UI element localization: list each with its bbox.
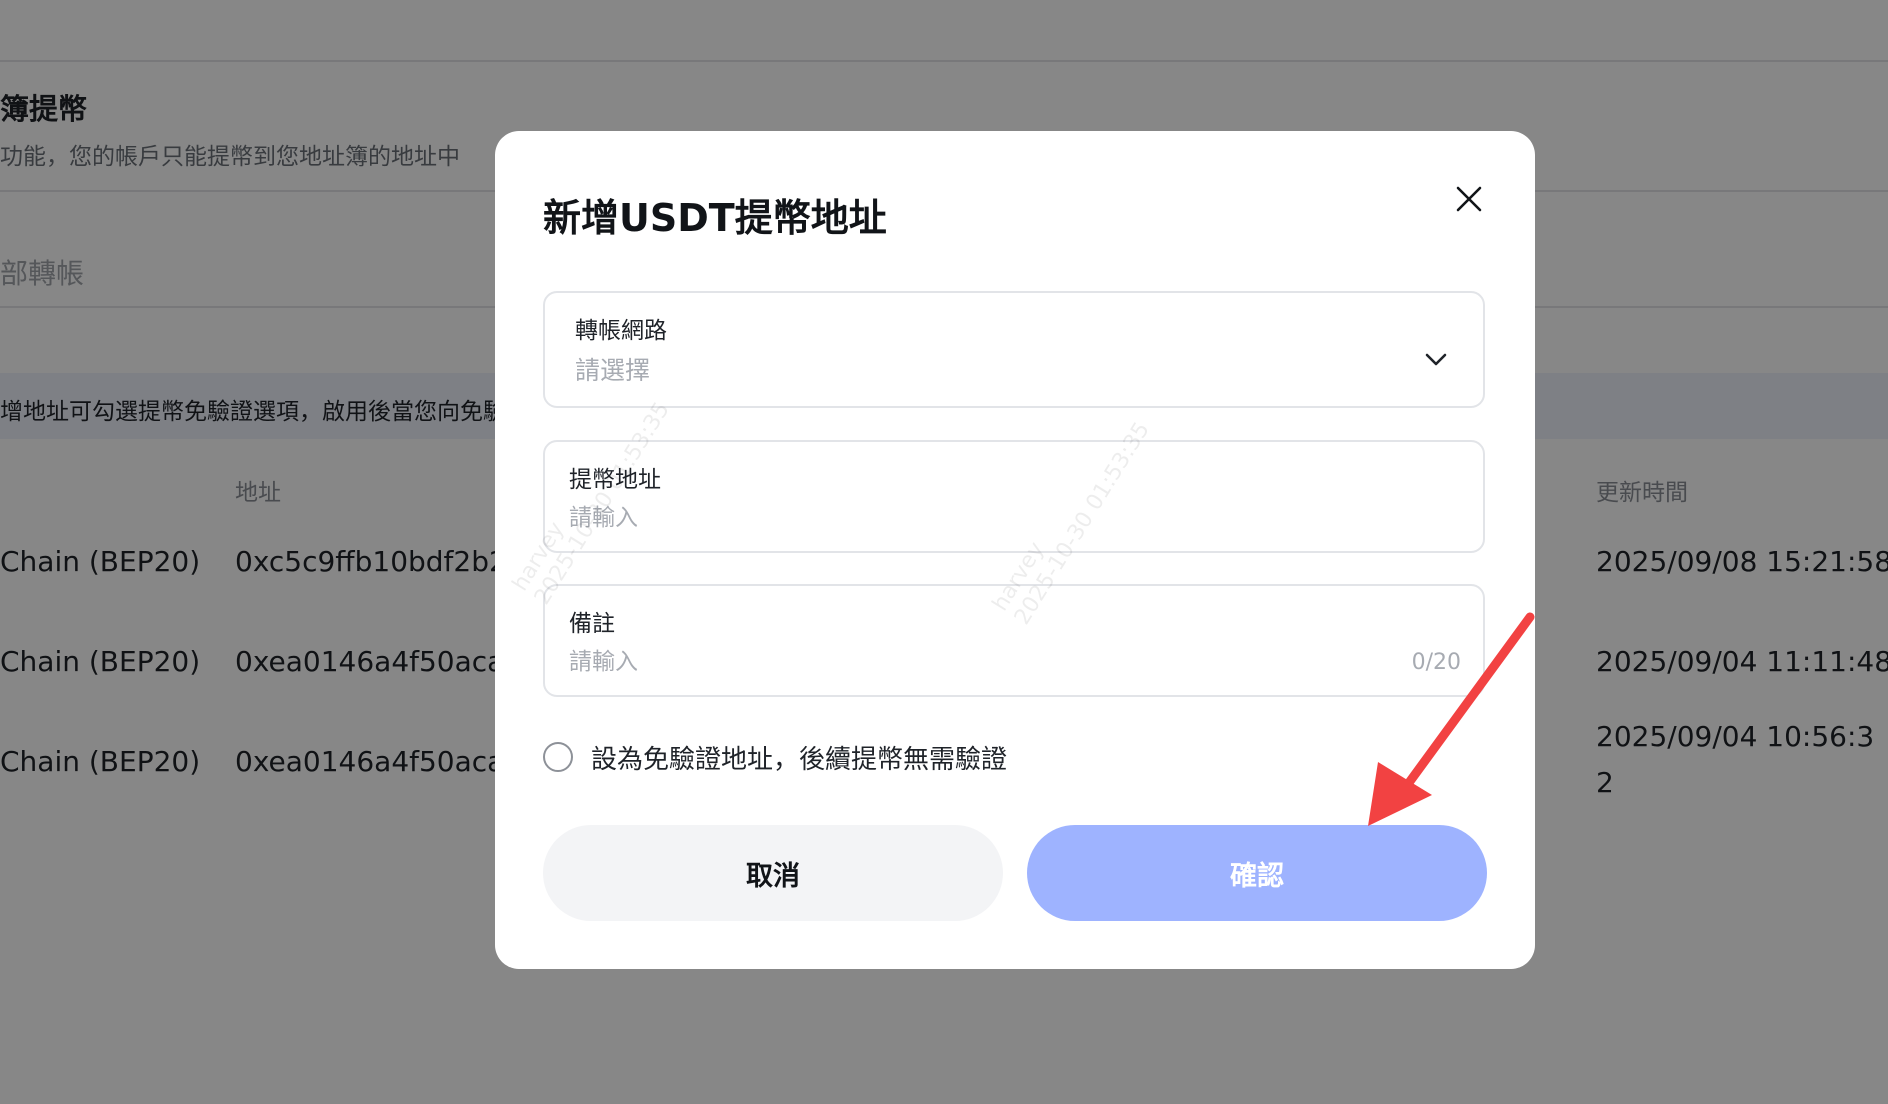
network-select[interactable]: 轉帳網路 請選擇 [543, 291, 1485, 408]
address-placeholder: 請輸入 [569, 505, 638, 531]
address-input[interactable]: 提幣地址 請輸入 [543, 440, 1485, 553]
page: 簿提幣 功能，您的帳戶只能提幣到您地址簿的地址中 部轉帳 增地址可勾選提幣免驗證… [0, 0, 1888, 1104]
close-button[interactable] [1447, 177, 1491, 221]
whitelist-option[interactable]: 設為免驗證地址，後續提幣無需驗證 [543, 737, 1007, 777]
character-counter: 0/20 [1411, 650, 1461, 675]
remark-input[interactable]: 備註 請輸入 0/20 [543, 584, 1485, 697]
modal-title: 新增USDT提幣地址 [543, 196, 887, 240]
confirm-button[interactable]: 確認 [1027, 825, 1487, 921]
remark-placeholder: 請輸入 [569, 649, 638, 675]
whitelist-label[interactable]: 設為免驗證地址，後續提幣無需驗證 [591, 739, 1007, 776]
network-placeholder: 請選擇 [575, 356, 651, 385]
remark-label: 備註 [569, 611, 615, 637]
add-address-modal: 新增USDT提幣地址 轉帳網路 請選擇 提幣地址 請輸入 備註 請輸入 0/20… [495, 131, 1535, 969]
close-icon [1456, 186, 1482, 212]
address-label: 提幣地址 [569, 467, 661, 493]
network-label: 轉帳網路 [575, 318, 667, 344]
whitelist-radio[interactable] [543, 742, 573, 772]
cancel-button[interactable]: 取消 [543, 825, 1003, 921]
chevron-down-icon [1425, 353, 1447, 366]
